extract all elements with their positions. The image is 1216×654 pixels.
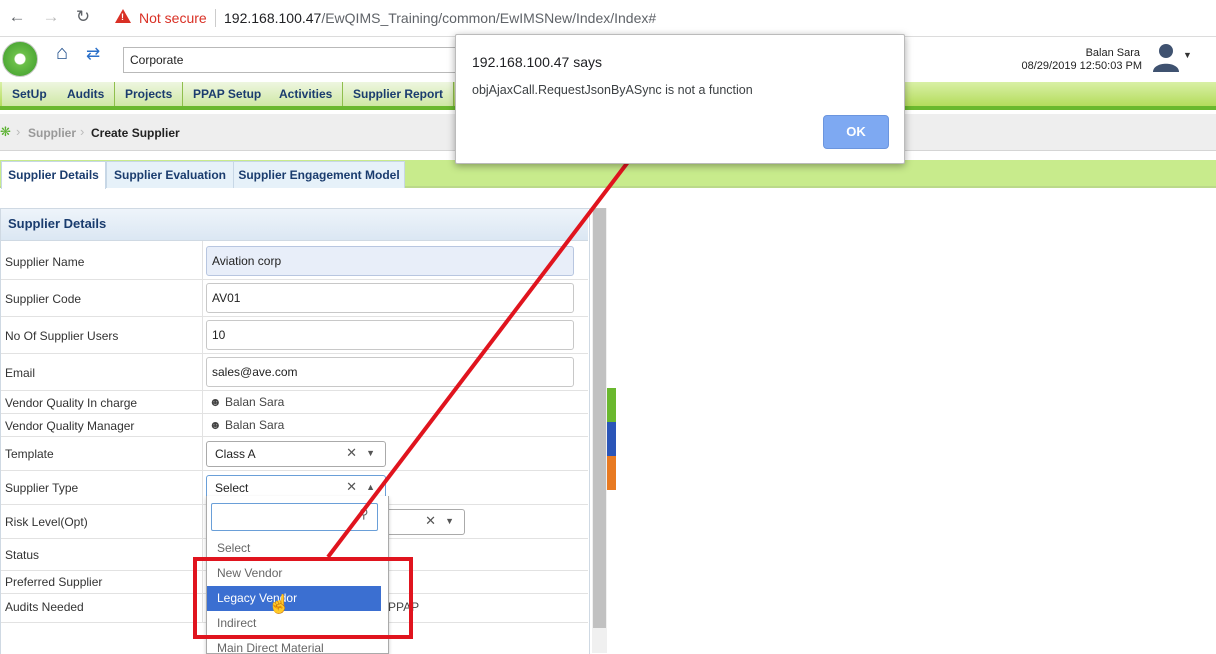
side-accent-blue[interactable] — [607, 422, 616, 456]
refresh-icon[interactable]: ⇄ — [86, 44, 106, 64]
vq-manager-label: Vendor Quality Manager — [5, 419, 135, 433]
user-name: Balan Sara — [1085, 47, 1140, 59]
supplier-name-label: Supplier Name — [5, 255, 85, 269]
menu-projects[interactable]: Projects — [115, 82, 184, 106]
clear-icon[interactable]: ✕ — [425, 513, 436, 529]
url-host: 192.168.100.47 — [224, 10, 322, 26]
alert-message: objAjaxCall.RequestJsonByASync is not a … — [472, 83, 753, 97]
address-bar[interactable]: 192.168.100.47/EwQIMS_Training/common/Ew… — [224, 10, 656, 26]
chevron-down-icon[interactable]: ▼ — [445, 516, 454, 526]
supplier-name-input[interactable]: Aviation corp — [206, 246, 574, 276]
menu-activities[interactable]: Activities — [269, 82, 344, 106]
url-path: /EwQIMS_Training/common/EwIMSNew/Index/I… — [321, 10, 657, 26]
scrollbar-thumb[interactable] — [593, 208, 606, 628]
risk-level-select[interactable]: ✕ ▼ — [386, 509, 465, 535]
supplier-users-input[interactable]: 10 — [206, 320, 574, 350]
template-select[interactable]: Class A ✕ ▼ — [206, 441, 386, 467]
menu-ppap-setup[interactable]: PPAP Setup — [183, 82, 273, 106]
email-input[interactable]: sales@ave.com — [206, 357, 574, 387]
clear-icon[interactable]: ✕ — [346, 479, 357, 495]
preferred-supplier-label: Preferred Supplier — [5, 575, 103, 589]
audits-needed-label: Audits Needed — [5, 600, 84, 614]
menu-audits[interactable]: Audits — [57, 82, 116, 106]
tab-supplier-evaluation[interactable]: Supplier Evaluation — [106, 161, 234, 188]
breadcrumb-current: Create Supplier — [91, 126, 180, 140]
supplier-users-label: No Of Supplier Users — [5, 329, 119, 343]
breadcrumb-supplier[interactable]: Supplier — [28, 126, 76, 140]
clear-icon[interactable]: ✕ — [346, 445, 357, 461]
ok-button[interactable]: OK — [823, 115, 889, 149]
vq-incharge-value[interactable]: ☻ Balan Sara — [209, 395, 284, 409]
home-icon[interactable]: ⌂ — [56, 43, 78, 63]
caret-down-icon[interactable]: ▼ — [1183, 50, 1192, 60]
chevron-right-icon: › — [80, 124, 85, 139]
vq-manager-value[interactable]: ☻ Balan Sara — [209, 418, 284, 432]
current-datetime: 08/29/2019 12:50:03 PM — [1021, 60, 1142, 72]
security-indicator[interactable]: Not secure — [139, 10, 207, 26]
tab-supplier-engagement-model[interactable]: Supplier Engagement Model — [233, 161, 405, 188]
template-label: Template — [5, 447, 54, 461]
chevron-down-icon[interactable]: ▼ — [366, 448, 375, 458]
menu-supplier-report[interactable]: Supplier Report — [343, 82, 455, 106]
alert-title: 192.168.100.47 says — [472, 54, 602, 70]
company-logo — [2, 41, 38, 77]
panel-title: Supplier Details — [8, 216, 107, 231]
menu-setup[interactable]: SetUp — [2, 82, 58, 106]
back-arrow-icon[interactable]: ← — [6, 6, 28, 28]
risk-level-label: Risk Level(Opt) — [5, 515, 88, 529]
chevron-up-icon[interactable]: ▲ — [366, 482, 375, 492]
supplier-type-label: Supplier Type — [5, 481, 79, 495]
forward-arrow-icon[interactable]: → — [40, 6, 62, 28]
supplier-code-input[interactable]: AV01 — [206, 283, 574, 313]
annotation-highlight-box — [193, 557, 413, 639]
side-accent-orange[interactable] — [607, 456, 616, 490]
user-icon: ☻ — [209, 395, 222, 409]
email-label: Email — [5, 366, 36, 380]
organization-selector[interactable]: Corporate — [123, 47, 460, 73]
supplier-code-label: Supplier Code — [5, 292, 82, 306]
user-icon: ☻ — [209, 418, 222, 432]
search-icon: ⚲ — [359, 506, 369, 521]
user-avatar-icon[interactable] — [1150, 41, 1182, 73]
breadcrumb-home-icon[interactable]: ❋ — [0, 124, 11, 140]
side-accent-green[interactable] — [607, 388, 616, 422]
status-label: Status — [5, 548, 40, 562]
tab-supplier-details[interactable]: Supplier Details — [1, 161, 106, 189]
dropdown-search-input[interactable] — [211, 503, 378, 531]
vq-incharge-label: Vendor Quality In charge — [5, 396, 138, 410]
reload-icon[interactable]: ↻ — [72, 6, 94, 28]
chevron-right-icon: › — [16, 124, 21, 139]
